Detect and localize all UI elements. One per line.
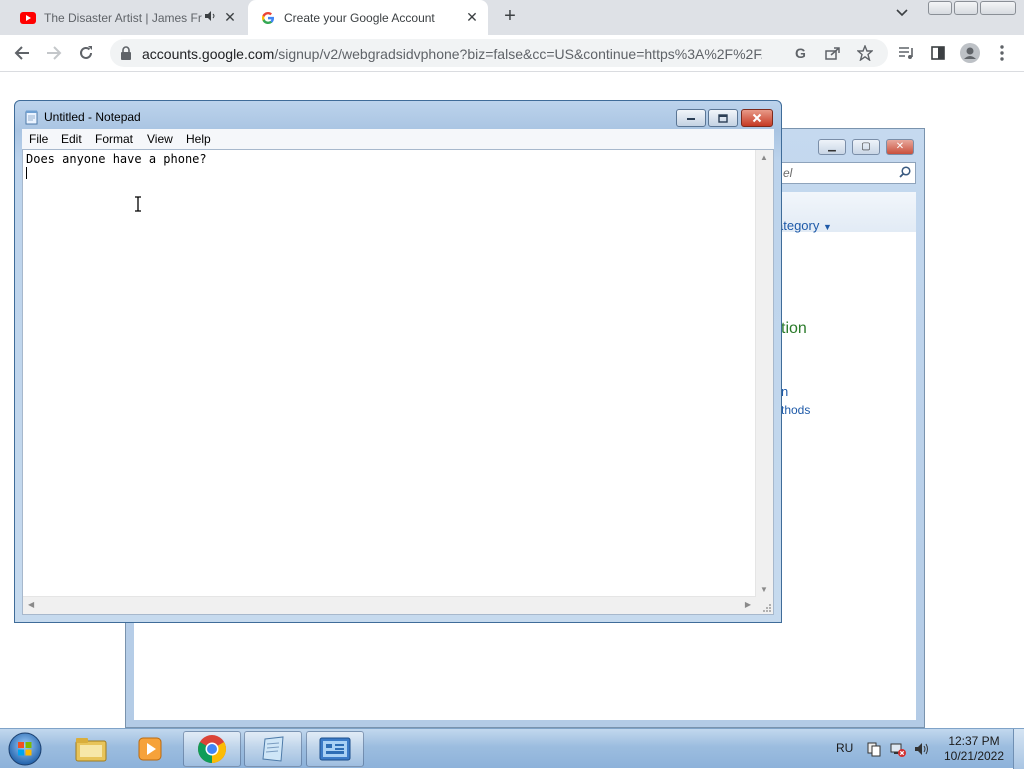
show-desktop-button[interactable] bbox=[1013, 729, 1024, 769]
notepad-taskbar-icon[interactable] bbox=[244, 731, 302, 767]
side-panel-icon[interactable] bbox=[926, 41, 950, 65]
address-bar[interactable]: accounts.google.com/signup/v2/webgradsid… bbox=[110, 39, 888, 67]
tab-title: Create your Google Account bbox=[284, 10, 435, 25]
close-tab-icon[interactable]: ✕ bbox=[220, 9, 240, 26]
network-disconnected-icon[interactable] bbox=[890, 741, 906, 757]
windows-taskbar: RU 12:37 PM 10/21/2022 bbox=[0, 728, 1024, 769]
category-link[interactable]: n bbox=[781, 384, 788, 399]
scroll-right-arrow-icon[interactable]: ▶ bbox=[745, 600, 751, 609]
text-caret bbox=[26, 167, 27, 179]
minimize-window-button[interactable] bbox=[928, 1, 952, 15]
tab-title: The Disaster Artist | James Fr bbox=[44, 10, 202, 25]
view-by-dropdown[interactable]: ategory ▼ bbox=[776, 218, 832, 233]
close-window-button[interactable] bbox=[980, 1, 1016, 15]
notepad-window[interactable]: Untitled - Notepad File Edit Format View… bbox=[14, 100, 782, 623]
vertical-scrollbar[interactable]: ▲ ▼ bbox=[755, 150, 773, 597]
menu-help[interactable]: Help bbox=[186, 132, 211, 146]
media-control-icon[interactable] bbox=[894, 41, 918, 65]
search-control-panel-field[interactable]: el bbox=[766, 162, 916, 184]
youtube-icon bbox=[20, 10, 36, 26]
close-button[interactable] bbox=[741, 109, 773, 127]
new-tab-button[interactable]: + bbox=[500, 6, 520, 28]
menu-view[interactable]: View bbox=[147, 132, 173, 146]
close-button[interactable]: ✕ bbox=[886, 139, 914, 155]
url-path: /signup/v2/webgradsidvphone?biz=false&cc… bbox=[274, 46, 762, 62]
svg-text:G: G bbox=[795, 46, 806, 60]
restore-window-button[interactable] bbox=[954, 1, 978, 15]
volume-icon[interactable] bbox=[914, 741, 930, 757]
horizontal-scrollbar[interactable]: ◀ ▶ bbox=[23, 596, 756, 614]
menu-kebab-icon[interactable] bbox=[990, 41, 1014, 65]
category-link[interactable]: tion bbox=[781, 320, 807, 338]
chevron-down-icon[interactable] bbox=[896, 8, 908, 20]
explorer-taskbar-icon[interactable] bbox=[62, 731, 120, 767]
start-button[interactable] bbox=[6, 731, 46, 767]
notepad-icon bbox=[25, 110, 39, 125]
tab-create-google-account[interactable]: Create your Google Account ✕ bbox=[248, 0, 488, 35]
resize-grip-icon[interactable] bbox=[756, 597, 773, 614]
clock-time: 12:37 PM bbox=[948, 734, 1000, 748]
scroll-down-arrow-icon[interactable]: ▼ bbox=[760, 585, 768, 594]
view-by-value: ategory bbox=[776, 218, 820, 233]
share-icon[interactable] bbox=[822, 42, 844, 64]
menu-file[interactable]: File bbox=[29, 132, 48, 146]
dropdown-arrow-icon: ▼ bbox=[823, 222, 832, 232]
language-indicator[interactable]: RU bbox=[836, 741, 853, 755]
google-lens-icon[interactable]: G bbox=[790, 42, 812, 64]
action-center-icon[interactable] bbox=[866, 741, 882, 757]
url-text[interactable]: accounts.google.com/signup/v2/webgradsid… bbox=[142, 46, 762, 62]
media-player-taskbar-icon[interactable] bbox=[122, 731, 180, 767]
back-icon[interactable] bbox=[10, 41, 34, 65]
speaker-icon[interactable] bbox=[202, 11, 220, 24]
search-placeholder: el bbox=[783, 166, 793, 180]
system-clock[interactable]: 12:37 PM 10/21/2022 bbox=[936, 734, 1012, 764]
scroll-up-arrow-icon[interactable]: ▲ bbox=[760, 153, 768, 162]
url-host: accounts.google.com bbox=[142, 46, 275, 62]
menu-format[interactable]: Format bbox=[95, 132, 133, 146]
reload-icon[interactable] bbox=[74, 41, 98, 65]
maximize-button[interactable] bbox=[708, 109, 738, 127]
clock-date: 10/21/2022 bbox=[943, 749, 1005, 763]
bookmark-star-icon[interactable] bbox=[854, 42, 876, 64]
tab-disaster-artist[interactable]: The Disaster Artist | James Fr ✕ bbox=[8, 0, 246, 35]
chrome-taskbar-icon[interactable] bbox=[183, 731, 241, 767]
control-panel-taskbar-icon[interactable] bbox=[306, 731, 364, 767]
notepad-text-area[interactable]: Does anyone have a phone? ▲ ▼ ◀ ▶ bbox=[22, 149, 774, 615]
window-title: Untitled - Notepad bbox=[44, 110, 141, 124]
profile-avatar-icon[interactable] bbox=[958, 41, 982, 65]
menu-edit[interactable]: Edit bbox=[61, 132, 82, 146]
minimize-button[interactable]: ▁ bbox=[818, 139, 846, 155]
google-icon bbox=[260, 10, 276, 26]
lock-icon[interactable] bbox=[120, 46, 132, 63]
forward-icon[interactable] bbox=[42, 41, 66, 65]
browser-toolbar: accounts.google.com/signup/v2/webgradsid… bbox=[0, 35, 1024, 72]
text-cursor-ibeam-icon bbox=[133, 196, 143, 212]
document-text: Does anyone have a phone? bbox=[26, 152, 207, 166]
minimize-button[interactable] bbox=[676, 109, 706, 127]
sub-link[interactable]: thods bbox=[781, 403, 810, 417]
scroll-left-arrow-icon[interactable]: ◀ bbox=[28, 600, 34, 609]
menu-bar: File Edit Format View Help bbox=[22, 129, 774, 149]
close-tab-icon[interactable]: ✕ bbox=[462, 9, 482, 26]
search-icon[interactable] bbox=[899, 166, 911, 181]
maximize-button[interactable]: ▢ bbox=[852, 139, 880, 155]
browser-tabstrip: The Disaster Artist | James Fr ✕ Create … bbox=[0, 0, 1024, 35]
